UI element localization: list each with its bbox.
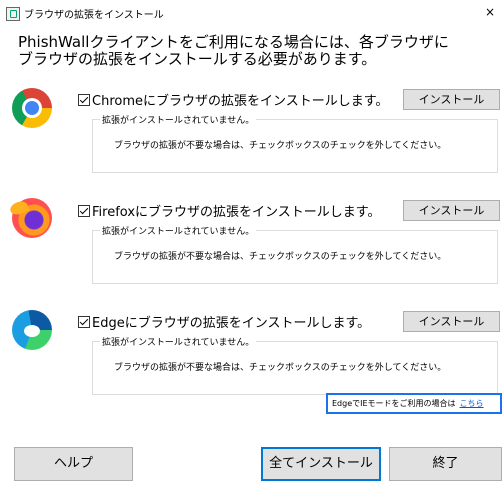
close-button[interactable]: × [478,2,502,22]
edge-checkbox[interactable] [78,316,90,328]
edge-icon [12,310,52,350]
edge-ie-mode-link[interactable]: こちら [460,399,484,408]
firefox-note-text: ブラウザの拡張が不要な場合は、チェックボックスのチェックを外してください。 [114,252,447,262]
edge-status-text: 拡張がインストールされていません。 [100,335,257,348]
firefox-install-button[interactable]: インストール [403,200,500,221]
window-title: ブラウザの拡張をインストール [24,10,164,21]
app-icon [6,7,20,21]
chrome-install-button[interactable]: インストール [403,89,500,110]
finish-button[interactable]: 終了 [389,447,502,481]
firefox-status-text: 拡張がインストールされていません。 [100,224,257,237]
chrome-status-text: 拡張がインストールされていません。 [100,113,257,126]
chrome-checkbox[interactable] [78,94,90,106]
help-button[interactable]: ヘルプ [14,447,133,481]
title-bar: ブラウザの拡張をインストール × [0,0,502,26]
edge-install-button[interactable]: インストール [403,311,500,332]
install-all-button[interactable]: 全てインストール [261,447,381,481]
page-heading: PhishWallクライアントをご利用になる場合には、各ブラウザに ブラウザの拡… [18,34,488,68]
edge-checkbox-label[interactable]: Edgeにブラウザの拡張をインストールします。 [92,312,370,331]
edge-ie-mode-text: EdgeでIEモードをご利用の場合は [332,399,456,408]
edge-ie-mode-notice: EdgeでIEモードをご利用の場合は こちら [326,393,502,414]
chrome-note-text: ブラウザの拡張が不要な場合は、チェックボックスのチェックを外してください。 [114,141,447,151]
heading-line-1: PhishWallクライアントをご利用になる場合には、各ブラウザに [18,33,449,51]
heading-line-2: ブラウザの拡張をインストールする必要があります。 [18,50,377,68]
firefox-checkbox-label[interactable]: Firefoxにブラウザの拡張をインストールします。 [92,201,380,220]
chrome-checkbox-label[interactable]: Chromeにブラウザの拡張をインストールします。 [92,90,388,109]
firefox-checkbox[interactable] [78,205,90,217]
chrome-icon [12,88,52,128]
edge-note-text: ブラウザの拡張が不要な場合は、チェックボックスのチェックを外してください。 [114,363,447,373]
firefox-icon [12,198,52,238]
